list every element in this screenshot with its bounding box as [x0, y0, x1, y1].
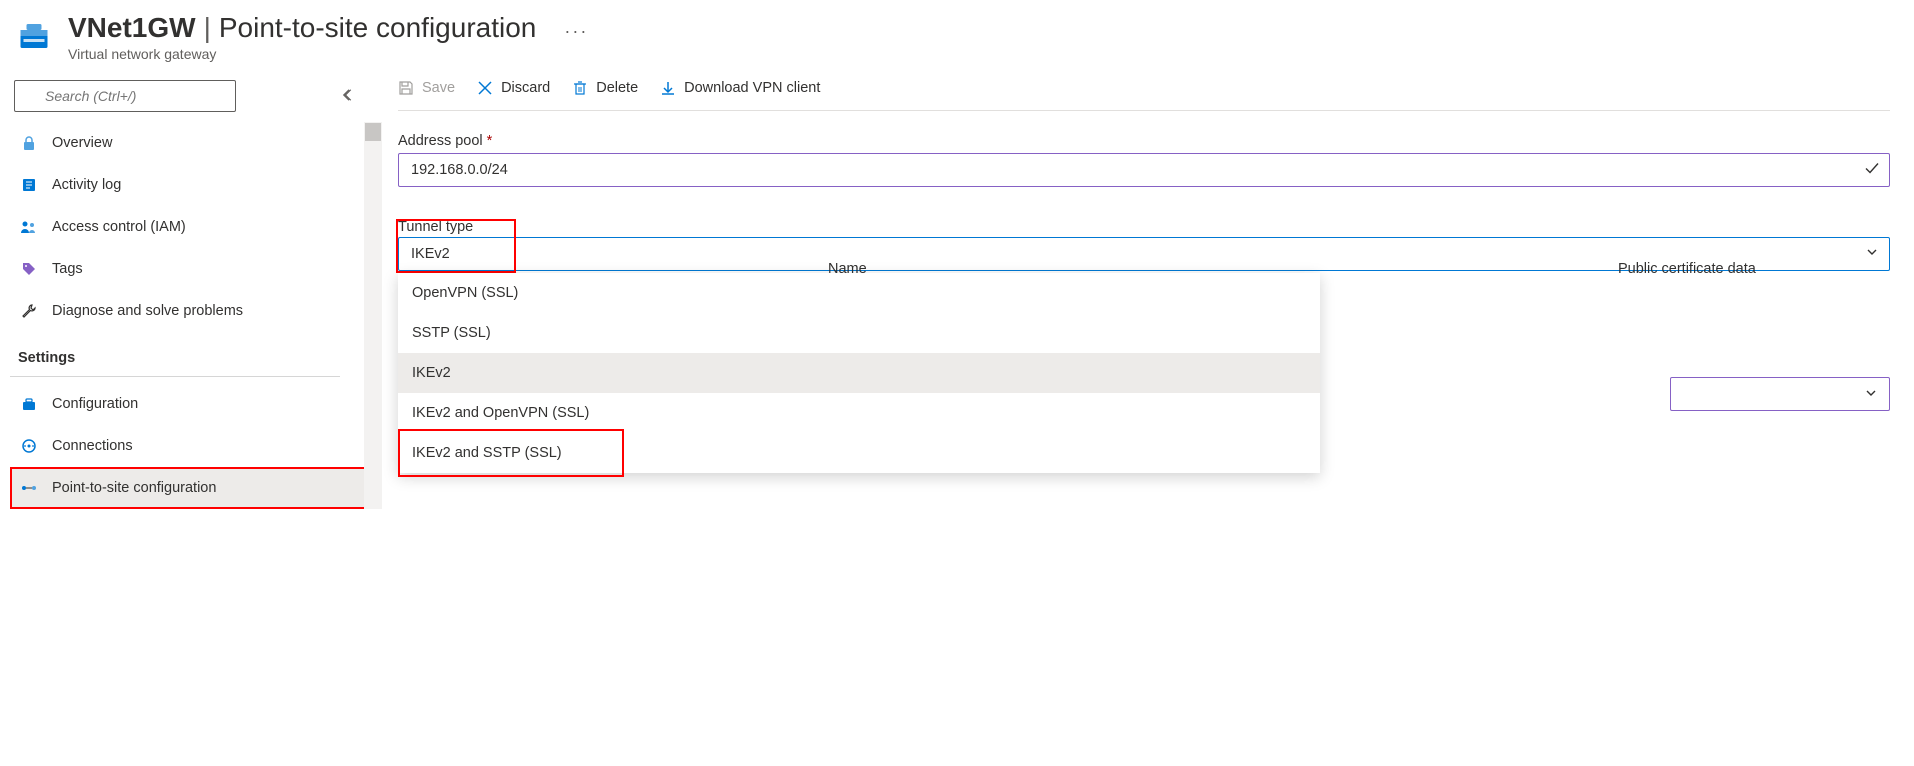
log-icon — [20, 176, 38, 194]
partially-hidden-field — [1670, 377, 1890, 411]
connections-icon — [20, 437, 38, 455]
nav-configuration[interactable]: Configuration — [10, 383, 370, 425]
nav-activity-log[interactable]: Activity log — [10, 164, 370, 206]
nav-access-control[interactable]: Access control (IAM) — [10, 206, 370, 248]
tunnel-type-label: Tunnel type — [398, 219, 1890, 235]
nav-label: Overview — [52, 135, 112, 151]
toolbar: Save Discard Delete Download VPN client — [398, 70, 1890, 111]
toolbox-icon — [20, 395, 38, 413]
tunnel-option-openvpn[interactable]: OpenVPN (SSL) — [398, 273, 1320, 313]
nav-label: Point-to-site configuration — [52, 480, 216, 496]
tunnel-option-ikev2-openvpn[interactable]: IKEv2 and OpenVPN (SSL) — [398, 393, 1320, 433]
tunnel-option-ikev2-sstp[interactable]: IKEv2 and SSTP (SSL) — [398, 433, 1320, 473]
nav-label: Configuration — [52, 396, 138, 412]
more-actions-button[interactable]: ··· — [544, 21, 588, 42]
nav-point-to-site[interactable]: Point-to-site configuration — [10, 467, 370, 509]
nav-overview[interactable]: Overview — [10, 122, 370, 164]
nav-diagnose[interactable]: Diagnose and solve problems — [10, 290, 370, 332]
sidebar-scrollbar[interactable] — [364, 122, 382, 509]
download-button[interactable]: Download VPN client — [660, 80, 820, 96]
nav-connections[interactable]: Connections — [10, 425, 370, 467]
lock-icon — [20, 134, 38, 152]
people-icon — [20, 218, 38, 236]
address-pool-label: Address pool* — [398, 133, 1890, 149]
trash-icon — [572, 80, 588, 96]
main-content: Save Discard Delete Download VPN client — [370, 70, 1914, 509]
download-icon — [660, 80, 676, 96]
check-icon — [1864, 161, 1880, 180]
sidebar-search-input[interactable] — [14, 80, 236, 112]
nav-section-settings: Settings — [10, 332, 340, 377]
discard-button[interactable]: Discard — [477, 80, 550, 96]
tag-icon — [20, 260, 38, 278]
column-header-cert: Public certificate data — [1618, 261, 1756, 277]
wrench-icon — [20, 302, 38, 320]
toolbar-label: Discard — [501, 80, 550, 96]
save-icon — [398, 80, 414, 96]
chevron-down-icon — [1865, 386, 1877, 402]
sidebar: Overview Activity log Access control (IA… — [0, 70, 370, 509]
gateway-icon — [16, 18, 52, 54]
nav-label: Tags — [52, 261, 83, 277]
tunnel-type-dropdown-menu: OpenVPN (SSL) SSTP (SSL) IKEv2 IKEv2 and… — [398, 273, 1320, 473]
save-button: Save — [398, 80, 455, 96]
close-icon — [477, 80, 493, 96]
p2s-icon — [20, 479, 38, 497]
title-separator: | — [204, 12, 211, 44]
tunnel-option-sstp[interactable]: SSTP (SSL) — [398, 313, 1320, 353]
nav-label: Activity log — [52, 177, 121, 193]
resource-type: Virtual network gateway — [68, 46, 588, 62]
nav-label: Diagnose and solve problems — [52, 303, 243, 319]
required-indicator: * — [487, 133, 493, 149]
toolbar-label: Save — [422, 80, 455, 96]
nav-label: Access control (IAM) — [52, 219, 186, 235]
nav-tags[interactable]: Tags — [10, 248, 370, 290]
nav-label: Connections — [52, 438, 133, 454]
delete-button[interactable]: Delete — [572, 80, 638, 96]
toolbar-label: Download VPN client — [684, 80, 820, 96]
address-pool-input[interactable] — [398, 153, 1890, 187]
chevron-down-icon — [1866, 246, 1878, 262]
collapse-sidebar-button[interactable] — [338, 84, 360, 109]
resource-name: VNet1GW — [68, 12, 196, 44]
toolbar-label: Delete — [596, 80, 638, 96]
tunnel-option-ikev2[interactable]: IKEv2 — [398, 353, 1320, 393]
dropdown-value: IKEv2 — [411, 246, 450, 262]
page-header: VNet1GW | Point-to-site configuration ··… — [0, 0, 1914, 70]
page-title: Point-to-site configuration — [219, 12, 537, 44]
